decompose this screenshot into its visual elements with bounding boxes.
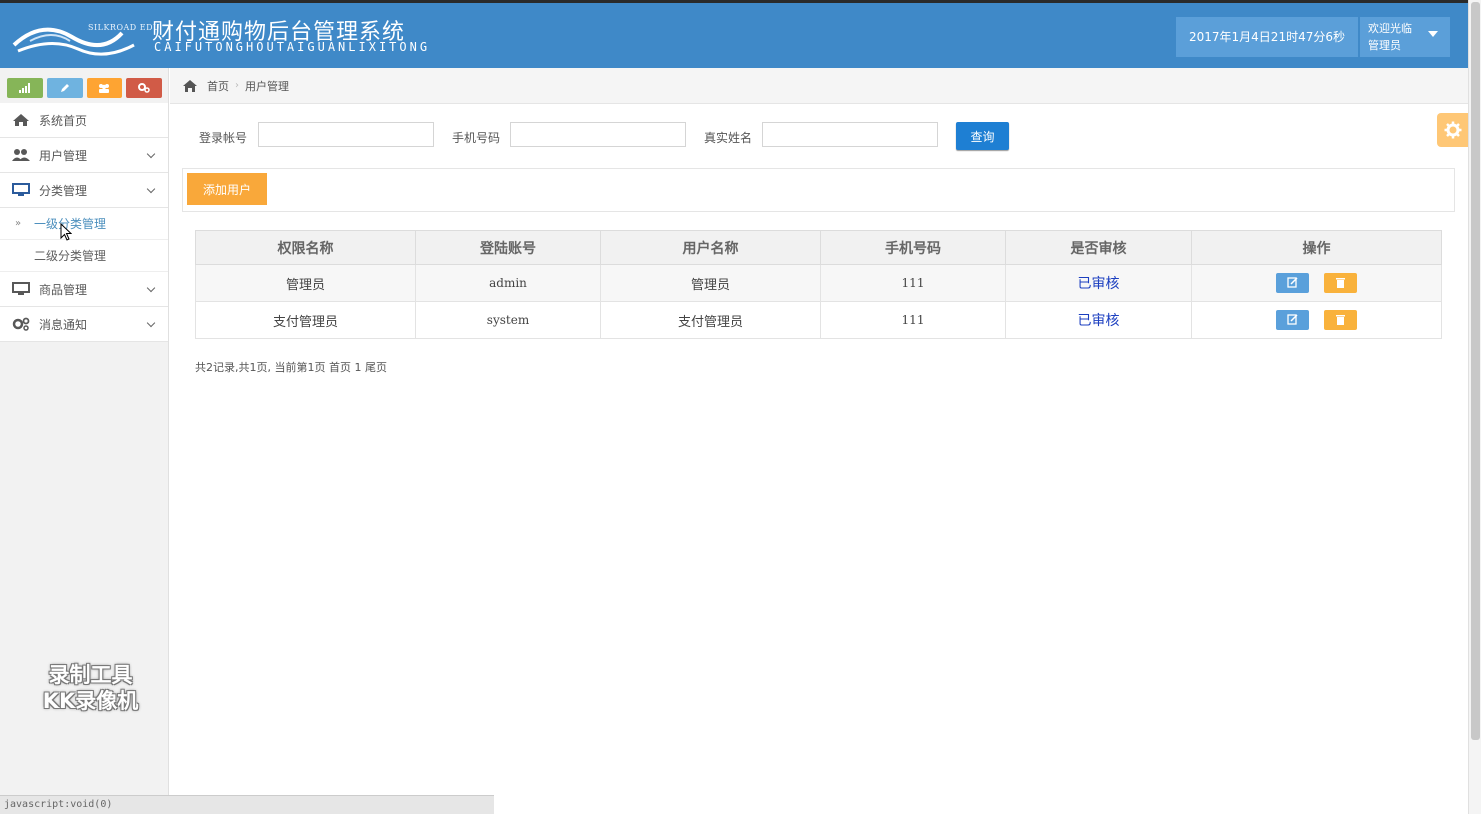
cogs-icon xyxy=(138,83,150,93)
edit-button[interactable] xyxy=(1276,273,1310,293)
operations-cell xyxy=(1191,301,1442,339)
mouse-cursor-icon xyxy=(60,223,72,241)
phone-label: 手机号码 xyxy=(452,131,501,145)
operations-cell xyxy=(1191,264,1442,302)
table-header-row: 权限名称 登陆账号 用户名称 手机号码 是否审核 操作 xyxy=(195,230,1442,265)
users-icon xyxy=(12,149,30,161)
sidebar-subitem-level1-category[interactable]: » 一级分类管理 xyxy=(0,208,168,240)
column-header: 用户名称 xyxy=(600,230,821,265)
column-header: 是否审核 xyxy=(1005,230,1192,265)
login-account-input[interactable] xyxy=(258,122,434,147)
phone-cell: 111 xyxy=(820,264,1006,302)
delete-button[interactable] xyxy=(1323,310,1357,330)
sidebar-item-label: 商品管理 xyxy=(39,282,88,297)
gear-icon xyxy=(1444,121,1461,139)
sidebar-item-users[interactable]: 用户管理 xyxy=(0,138,168,173)
account-cell: system xyxy=(415,301,601,339)
sidebar-item-home[interactable]: 系统首页 xyxy=(0,103,168,138)
vertical-scrollbar[interactable] xyxy=(1468,0,1481,814)
sidebar-item-products[interactable]: 商品管理 xyxy=(0,272,168,307)
edit-icon xyxy=(1287,314,1298,325)
real-name-label: 真实姓名 xyxy=(704,131,753,145)
chevron-down-icon xyxy=(146,283,156,293)
sidebar-item-label: 分类管理 xyxy=(39,183,88,198)
stats-shortcut-button[interactable] xyxy=(7,78,43,98)
sidebar-item-label: 用户管理 xyxy=(39,148,88,163)
login-account-label: 登录帐号 xyxy=(199,131,248,145)
datetime-display: 2017年1月4日21时47分6秒 xyxy=(1176,17,1358,57)
phone-cell: 111 xyxy=(820,301,1006,339)
action-toolbar: 添加用户 xyxy=(182,168,1455,212)
settings-toggle-button[interactable] xyxy=(1437,113,1468,147)
sidebar-subitem-label: 二级分类管理 xyxy=(34,249,107,263)
username-cell: 管理员 xyxy=(600,264,821,302)
home-icon xyxy=(183,79,197,92)
status-link[interactable]: 已审核 xyxy=(1005,301,1192,339)
add-user-button[interactable]: 添加用户 xyxy=(187,173,267,205)
trash-icon xyxy=(1335,315,1345,325)
edit-icon xyxy=(1287,277,1298,288)
sidebar-item-label: 消息通知 xyxy=(39,317,88,332)
sidebar-item-label: 系统首页 xyxy=(39,113,88,128)
sidebar-item-category[interactable]: 分类管理 xyxy=(0,173,168,208)
account-cell: admin xyxy=(415,264,601,302)
breadcrumb: 首页 › 用户管理 xyxy=(170,68,1468,104)
chevron-down-icon xyxy=(146,184,156,194)
table-row: 支付管理员 system 支付管理员 111 已审核 xyxy=(195,301,1442,339)
real-name-input[interactable] xyxy=(762,122,938,147)
desktop-icon xyxy=(12,282,30,295)
pencil-icon xyxy=(60,84,69,92)
home-icon xyxy=(13,114,29,126)
chevron-down-icon xyxy=(146,149,156,159)
top-header: SILKROAD EDU 财付通购物后台管理系统 CAIFUTONGHOUTAI… xyxy=(0,0,1468,68)
username-text: 管理员 xyxy=(1368,39,1401,52)
sidebar-subitem-level2-category[interactable]: 二级分类管理 xyxy=(0,240,168,272)
column-header: 手机号码 xyxy=(820,230,1006,265)
table-row: 管理员 admin 管理员 111 已审核 xyxy=(195,264,1442,302)
cogs-icon xyxy=(12,317,30,331)
logo-icon xyxy=(12,27,135,56)
status-link[interactable]: 已审核 xyxy=(1005,264,1192,302)
double-angle-right-icon: » xyxy=(15,218,22,229)
user-dropdown[interactable]: 欢迎光临 管理员 xyxy=(1360,17,1450,57)
role-cell: 支付管理员 xyxy=(195,301,416,339)
sidebar-menu: 系统首页 用户管理 分类管理 » 一级分类管理 二级分类管理 商品管理 消息通知 xyxy=(0,103,168,342)
chevron-down-icon xyxy=(146,318,156,328)
breadcrumb-current: 用户管理 xyxy=(245,79,289,93)
shortcut-buttons xyxy=(7,78,162,98)
edit-shortcut-button[interactable] xyxy=(46,78,83,98)
column-header: 登陆账号 xyxy=(415,230,601,265)
phone-input[interactable] xyxy=(510,122,686,147)
recorder-watermark: 录制工具 KK录像机 xyxy=(42,663,139,713)
breadcrumb-separator-icon: › xyxy=(235,80,239,91)
settings-shortcut-button[interactable] xyxy=(126,78,162,98)
username-cell: 支付管理员 xyxy=(600,301,821,339)
trash-icon xyxy=(1335,278,1345,288)
edit-button[interactable] xyxy=(1276,310,1310,330)
column-header: 操作 xyxy=(1191,230,1442,265)
search-form: 登录帐号 手机号码 真实姓名 查询 xyxy=(170,120,1468,154)
sidebar-item-notifications[interactable]: 消息通知 xyxy=(0,307,168,342)
logo-small-text: SILKROAD EDU xyxy=(88,23,161,32)
pagination-info: 共2记录,共1页, 当前第1页 首页 1 尾页 xyxy=(195,361,387,374)
category-submenu: » 一级分类管理 二级分类管理 xyxy=(0,208,168,272)
role-cell: 管理员 xyxy=(195,264,416,302)
column-header: 权限名称 xyxy=(195,230,416,265)
scrollbar-thumb[interactable] xyxy=(1471,2,1480,740)
caret-down-icon xyxy=(1428,31,1438,37)
group-shortcut-button[interactable] xyxy=(86,78,123,98)
browser-status-bar: javascript:void(0) xyxy=(0,795,494,814)
main-content: 首页 › 用户管理 登录帐号 手机号码 真实姓名 查询 添加用户 权限名称 登陆… xyxy=(170,68,1468,814)
query-button[interactable]: 查询 xyxy=(956,122,1009,150)
delete-button[interactable] xyxy=(1323,273,1357,293)
group-icon xyxy=(99,84,110,93)
signal-icon xyxy=(18,83,30,93)
users-table: 权限名称 登陆账号 用户名称 手机号码 是否审核 操作 管理员 admin 管理… xyxy=(195,230,1442,339)
desktop-icon xyxy=(12,183,30,196)
system-title-pinyin: CAIFUTONGHOUTAIGUANLIXITONG xyxy=(154,40,431,54)
breadcrumb-home-link[interactable]: 首页 xyxy=(207,78,229,94)
sidebar: 系统首页 用户管理 分类管理 » 一级分类管理 二级分类管理 商品管理 消息通知… xyxy=(0,68,169,814)
